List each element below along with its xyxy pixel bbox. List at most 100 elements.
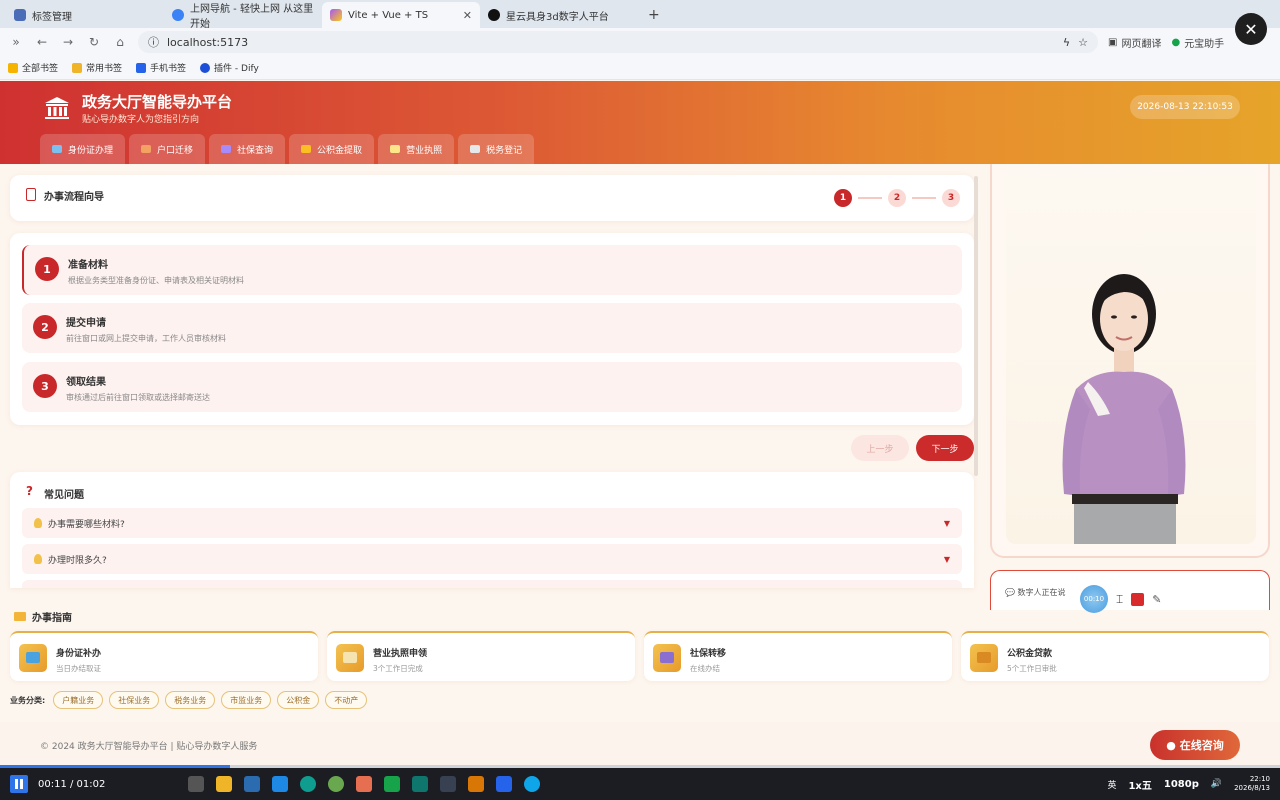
- guide-card-name: 营业执照申领: [373, 649, 428, 659]
- vscode-icon[interactable]: [496, 776, 512, 792]
- category-chip[interactable]: 不动产: [325, 691, 368, 709]
- bookmark-item[interactable]: 常用书签: [72, 61, 122, 74]
- flow-guide-header: 办事流程向导 1 2 3: [10, 175, 974, 221]
- url-input[interactable]: ⓘ localhost:5173 ϟ ☆: [138, 31, 1098, 53]
- faq-card: ? 常见问题 办事需要哪些材料? ▼ 办理时限多久? ▼: [10, 472, 974, 588]
- site-info-icon: ⓘ: [148, 36, 159, 49]
- bookmark-item[interactable]: 全部书签: [8, 61, 58, 74]
- video-time: 00:11 / 01:02: [38, 778, 106, 790]
- taskbar-apps: [188, 776, 540, 792]
- video-quality[interactable]: 1080p: [1164, 779, 1199, 790]
- step-item[interactable]: 3 领取结果 审核通过后前往窗口领取或选择邮寄送达: [22, 362, 962, 412]
- spreadsheet-icon[interactable]: [412, 776, 428, 792]
- address-bar-row: » ← → ↻ ⌂ ⓘ localhost:5173 ϟ ☆ ▣ 网页翻译 ● 元宝…: [0, 28, 1280, 56]
- lightbulb-icon: [34, 518, 42, 528]
- pause-icon[interactable]: [10, 775, 28, 793]
- image-icon[interactable]: [468, 776, 484, 792]
- widgets-icon[interactable]: [188, 776, 204, 792]
- tab-label: 营业执照: [406, 145, 443, 156]
- app-icon[interactable]: [356, 776, 372, 792]
- step-item-current[interactable]: 1 准备材料 根据业务类型准备身份证、申请表及相关证明材料: [22, 245, 962, 295]
- faq-question: 办理时限多久?: [48, 555, 107, 566]
- guide-card[interactable]: 身份证补办 当日办结取证: [10, 631, 318, 681]
- assistant-label: 元宝助手: [1184, 38, 1225, 50]
- bookmark-item[interactable]: 插件 - Dify: [200, 61, 259, 74]
- tab-label: 税务登记: [486, 145, 523, 156]
- browser-icon[interactable]: [328, 776, 344, 792]
- browser-tab[interactable]: 标签管理: [6, 2, 164, 28]
- tab-label: 身份证办理: [68, 145, 114, 156]
- playback-speed[interactable]: 1x五: [1128, 777, 1151, 792]
- guide-card[interactable]: 社保转移 在线办结: [644, 631, 952, 681]
- category-chip[interactable]: 公积金: [277, 691, 320, 709]
- stepper-dot[interactable]: 3: [942, 189, 960, 207]
- flow-title: 办事流程向导: [44, 192, 104, 203]
- close-tab-icon[interactable]: ✕: [463, 9, 472, 22]
- faq-item-partial[interactable]: [22, 580, 962, 588]
- stepper-dot[interactable]: 2: [888, 189, 906, 207]
- edge-icon[interactable]: [300, 776, 316, 792]
- avatar-stage: [1006, 164, 1256, 544]
- step-item[interactable]: 2 提交申请 前往窗口或网上提交申请，工作人员审核材料: [22, 303, 962, 353]
- tab-household-move[interactable]: 户口迁移: [129, 134, 206, 164]
- page-footer: © 2024 政务大厅智能导办平台 | 贴心导办数字人服务 ● 在线咨询: [0, 722, 1280, 766]
- system-tray: 英 1x五 1080p 🔊 22:10 2026/8/13: [1107, 775, 1280, 793]
- tab-label: Vite + Vue + TS: [348, 9, 429, 21]
- step-desc: 根据业务类型准备身份证、申请表及相关证明材料: [68, 276, 244, 285]
- browser-tab-active[interactable]: Vite + Vue + TS ✕: [322, 2, 480, 28]
- guide-card[interactable]: 营业执照申领 3个工作日完成: [327, 631, 635, 681]
- sidebar-toggle-icon[interactable]: »: [8, 35, 24, 49]
- faq-item[interactable]: 办事需要哪些材料? ▼: [22, 508, 962, 538]
- console-icon[interactable]: [440, 776, 456, 792]
- home-icon[interactable]: ⌂: [112, 35, 128, 49]
- speech-status-text: 💬 数字人正在说: [1005, 587, 1066, 598]
- search-app-icon[interactable]: [524, 776, 540, 792]
- guide-card-name: 社保转移: [690, 649, 727, 659]
- tab-business-license[interactable]: 营业执照: [378, 134, 455, 164]
- url-text: localhost:5173: [167, 35, 249, 49]
- faq-item[interactable]: 办理时限多久? ▼: [22, 544, 962, 574]
- service-tabs: 身份证办理 户口迁移 社保查询 公积金提取 营业执照 税务登记: [40, 134, 535, 164]
- reload-icon[interactable]: ↻: [86, 35, 102, 49]
- file-explorer-icon[interactable]: [216, 776, 232, 792]
- assistant-button[interactable]: ● 元宝助手: [1171, 35, 1224, 50]
- category-chip[interactable]: 社保业务: [109, 691, 160, 709]
- bolt-icon[interactable]: ϟ: [1063, 36, 1070, 49]
- tab-housing-fund[interactable]: 公积金提取: [289, 134, 375, 164]
- stop-recording-button[interactable]: [1131, 592, 1145, 606]
- volume-icon[interactable]: 🔊: [1211, 779, 1222, 789]
- tab-tax-registration[interactable]: 税务登记: [458, 134, 535, 164]
- next-step-button[interactable]: 下一步: [916, 435, 974, 461]
- mail-icon[interactable]: [272, 776, 288, 792]
- tab-id-card[interactable]: 身份证办理: [40, 134, 126, 164]
- terminal-icon[interactable]: [384, 776, 400, 792]
- new-tab-icon[interactable]: +: [648, 2, 660, 28]
- star-icon[interactable]: ☆: [1078, 36, 1088, 49]
- step-number: 3: [33, 374, 57, 398]
- back-icon[interactable]: ←: [34, 35, 50, 49]
- bookmark-item[interactable]: 手机书签: [136, 61, 186, 74]
- step-title: 提交申请: [66, 318, 106, 329]
- category-chip[interactable]: 市监业务: [221, 691, 272, 709]
- browser-tab[interactable]: 星云具身3d数字人平台: [480, 2, 638, 28]
- main-scrollbar[interactable]: [974, 176, 978, 476]
- bookmark-label: 手机书签: [150, 64, 187, 74]
- guide-card-desc: 当日办结取证: [56, 664, 101, 673]
- store-icon[interactable]: [244, 776, 260, 792]
- tab-social-security[interactable]: 社保查询: [209, 134, 286, 164]
- stepper-dot-active[interactable]: 1: [834, 189, 852, 207]
- translate-button[interactable]: ▣ 网页翻译: [1108, 35, 1161, 50]
- folder-icon: [72, 62, 83, 73]
- browser-tab[interactable]: 上网导航 - 轻快上网 从这里开始: [164, 2, 322, 30]
- close-player-icon[interactable]: ✕: [1235, 13, 1267, 45]
- prev-step-button[interactable]: 上一步: [851, 435, 909, 461]
- forward-icon[interactable]: →: [60, 35, 76, 49]
- category-chip[interactable]: 户籍业务: [53, 691, 104, 709]
- category-chip[interactable]: 税务业务: [165, 691, 216, 709]
- recording-timer[interactable]: 00:10: [1080, 585, 1108, 613]
- translate-label: 网页翻译: [1121, 38, 1162, 50]
- online-consult-button[interactable]: ● 在线咨询: [1150, 730, 1240, 760]
- tray-ime[interactable]: 英: [1107, 778, 1116, 791]
- pen-icon[interactable]: ✎: [1152, 593, 1161, 606]
- guide-card[interactable]: 公积金贷款 5个工作日审批: [961, 631, 1269, 681]
